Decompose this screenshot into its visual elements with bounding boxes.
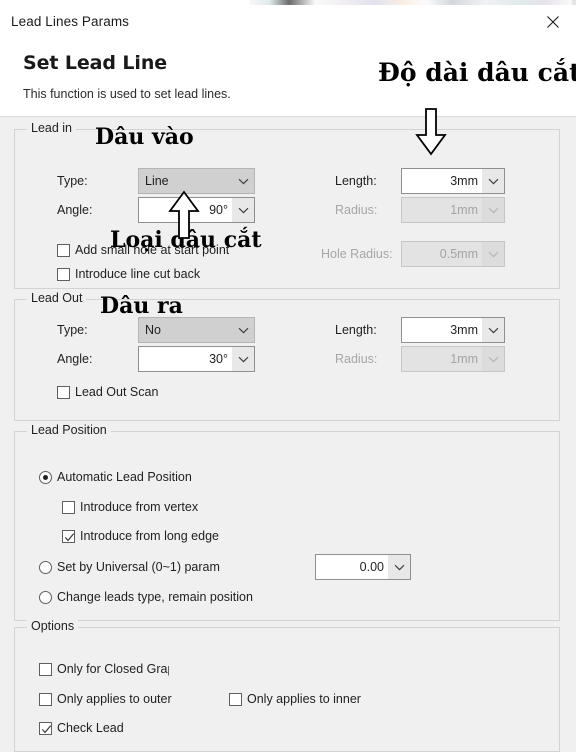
lead-out-radius-value: 1mm bbox=[402, 347, 482, 371]
lead-in-radius-combo: 1mm bbox=[401, 197, 505, 223]
lead-out-legend: Lead Out bbox=[27, 291, 87, 305]
introduce-from-long-edge-checkbox[interactable]: Introduce from long edge bbox=[62, 529, 219, 543]
chevron-down-icon bbox=[388, 555, 410, 579]
introduce-from-vertex-checkbox[interactable]: Introduce from vertex bbox=[62, 500, 198, 514]
lead-out-angle-combo[interactable]: 30° bbox=[138, 346, 255, 372]
universal-param-combo[interactable]: 0.00 bbox=[315, 554, 411, 580]
radio-dot bbox=[39, 590, 52, 604]
only-for-closed-graph-checkbox[interactable]: Only for Closed Grap bbox=[39, 662, 169, 676]
checkbox-box bbox=[57, 385, 70, 399]
dialog-body: Lead in Type: Line Angle: 90° Length: 3m… bbox=[0, 117, 576, 752]
lead-lines-params-dialog: Lead Lines Params Set Lead Line This fun… bbox=[0, 0, 576, 752]
lead-in-group: Lead in Type: Line Angle: 90° Length: 3m… bbox=[14, 121, 560, 289]
lead-out-type-value: No bbox=[139, 318, 232, 342]
close-button[interactable] bbox=[530, 5, 576, 38]
lead-in-angle-label: Angle: bbox=[57, 203, 93, 217]
lead-in-length-label: Length: bbox=[335, 174, 377, 188]
lead-out-length-combo[interactable]: 3mm bbox=[401, 317, 505, 343]
annotation-length-of-cut: Độ dài dâu cắt bbox=[378, 58, 576, 87]
lead-in-legend: Lead in bbox=[27, 121, 77, 135]
radio-set-by-universal[interactable]: Set by Universal (0~1) param bbox=[39, 560, 220, 574]
chevron-down-icon bbox=[482, 318, 504, 342]
lead-in-hole-radius-combo: 0.5mm bbox=[401, 241, 505, 267]
lead-out-angle-value: 30° bbox=[139, 347, 232, 371]
checkbox-box bbox=[39, 721, 52, 735]
checkbox-box bbox=[57, 243, 70, 257]
lead-position-legend: Lead Position bbox=[27, 423, 111, 437]
chevron-down-icon bbox=[232, 347, 254, 371]
lead-position-group: Lead Position Automatic Lead Position In… bbox=[14, 423, 560, 621]
chevron-down-icon bbox=[482, 242, 504, 266]
checkmark-icon bbox=[64, 532, 75, 541]
chevron-down-icon bbox=[232, 198, 254, 222]
checkbox-box bbox=[57, 267, 70, 281]
checkbox-box bbox=[39, 692, 52, 706]
lead-in-hole-radius-label: Hole Radius: bbox=[321, 247, 393, 261]
lead-out-type-label: Type: bbox=[57, 323, 88, 337]
window-title: Lead Lines Params bbox=[11, 14, 130, 29]
lead-in-type-label: Type: bbox=[57, 174, 88, 188]
only-applies-to-outer-label: Only applies to outer bbox=[57, 692, 172, 706]
chevron-down-icon bbox=[232, 169, 254, 193]
lead-out-scan-label: Lead Out Scan bbox=[75, 385, 159, 399]
radio-dot bbox=[39, 560, 52, 574]
chevron-down-icon bbox=[482, 198, 504, 222]
radio-automatic-lead-position[interactable]: Automatic Lead Position bbox=[39, 470, 192, 484]
close-icon bbox=[545, 14, 561, 30]
annotation-lead-out: Dâu ra bbox=[100, 293, 183, 319]
only-applies-to-outer-checkbox[interactable]: Only applies to outer bbox=[39, 692, 175, 706]
options-group: Options Only for Closed Grap Only applie… bbox=[14, 619, 560, 752]
checkbox-box bbox=[62, 529, 75, 543]
title-bar: Lead Lines Params bbox=[0, 5, 576, 38]
lead-in-length-value: 3mm bbox=[402, 169, 482, 193]
lead-in-hole-radius-value: 0.5mm bbox=[402, 242, 482, 266]
change-leads-type-label: Change leads type, remain position bbox=[57, 590, 253, 604]
lead-in-radius-label: Radius: bbox=[335, 203, 378, 217]
arrow-up-annotation-icon bbox=[167, 190, 201, 245]
radio-dot bbox=[39, 470, 52, 484]
checkbox-box bbox=[39, 662, 52, 676]
only-applies-to-inner-label: Only applies to inner bbox=[247, 692, 361, 706]
checkbox-box bbox=[62, 500, 75, 514]
introduce-line-cut-back-checkbox[interactable]: Introduce line cut back bbox=[57, 267, 200, 281]
automatic-lead-position-label: Automatic Lead Position bbox=[57, 470, 192, 484]
chevron-down-icon bbox=[482, 347, 504, 371]
universal-param-value: 0.00 bbox=[316, 555, 388, 579]
arrow-down-annotation-icon bbox=[414, 108, 448, 161]
page-title: Set Lead Line bbox=[23, 52, 168, 74]
introduce-line-cut-back-label: Introduce line cut back bbox=[75, 267, 201, 281]
lead-out-radius-label: Radius: bbox=[335, 352, 378, 366]
only-for-closed-graph-label: Only for Closed Grap bbox=[57, 662, 169, 676]
radio-change-leads-type[interactable]: Change leads type, remain position bbox=[39, 590, 253, 604]
page-subtitle: This function is used to set lead lines. bbox=[23, 87, 231, 101]
checkbox-box bbox=[229, 692, 242, 706]
introduce-from-vertex-label: Introduce from vertex bbox=[80, 500, 199, 514]
only-applies-to-inner-checkbox[interactable]: Only applies to inner bbox=[229, 692, 361, 706]
lead-out-length-value: 3mm bbox=[402, 318, 482, 342]
lead-out-group: Lead Out Type: No Angle: 30° Length: 3mm bbox=[14, 291, 560, 421]
lead-out-type-combo[interactable]: No bbox=[138, 317, 255, 343]
annotation-lead-in: Dâu vào bbox=[95, 124, 194, 150]
lead-out-angle-label: Angle: bbox=[57, 352, 93, 366]
lead-in-length-combo[interactable]: 3mm bbox=[401, 168, 505, 194]
lead-out-length-label: Length: bbox=[335, 323, 377, 337]
check-lead-label: Check Lead bbox=[57, 721, 124, 735]
set-by-universal-label: Set by Universal (0~1) param bbox=[57, 560, 220, 574]
checkmark-icon bbox=[41, 724, 52, 733]
chevron-down-icon bbox=[232, 318, 254, 342]
introduce-from-long-edge-label: Introduce from long edge bbox=[80, 529, 219, 543]
lead-out-radius-combo: 1mm bbox=[401, 346, 505, 372]
lead-in-radius-value: 1mm bbox=[402, 198, 482, 222]
chevron-down-icon bbox=[482, 169, 504, 193]
lead-out-scan-checkbox[interactable]: Lead Out Scan bbox=[57, 385, 158, 399]
options-legend: Options bbox=[27, 619, 79, 633]
check-lead-checkbox[interactable]: Check Lead bbox=[39, 721, 124, 735]
